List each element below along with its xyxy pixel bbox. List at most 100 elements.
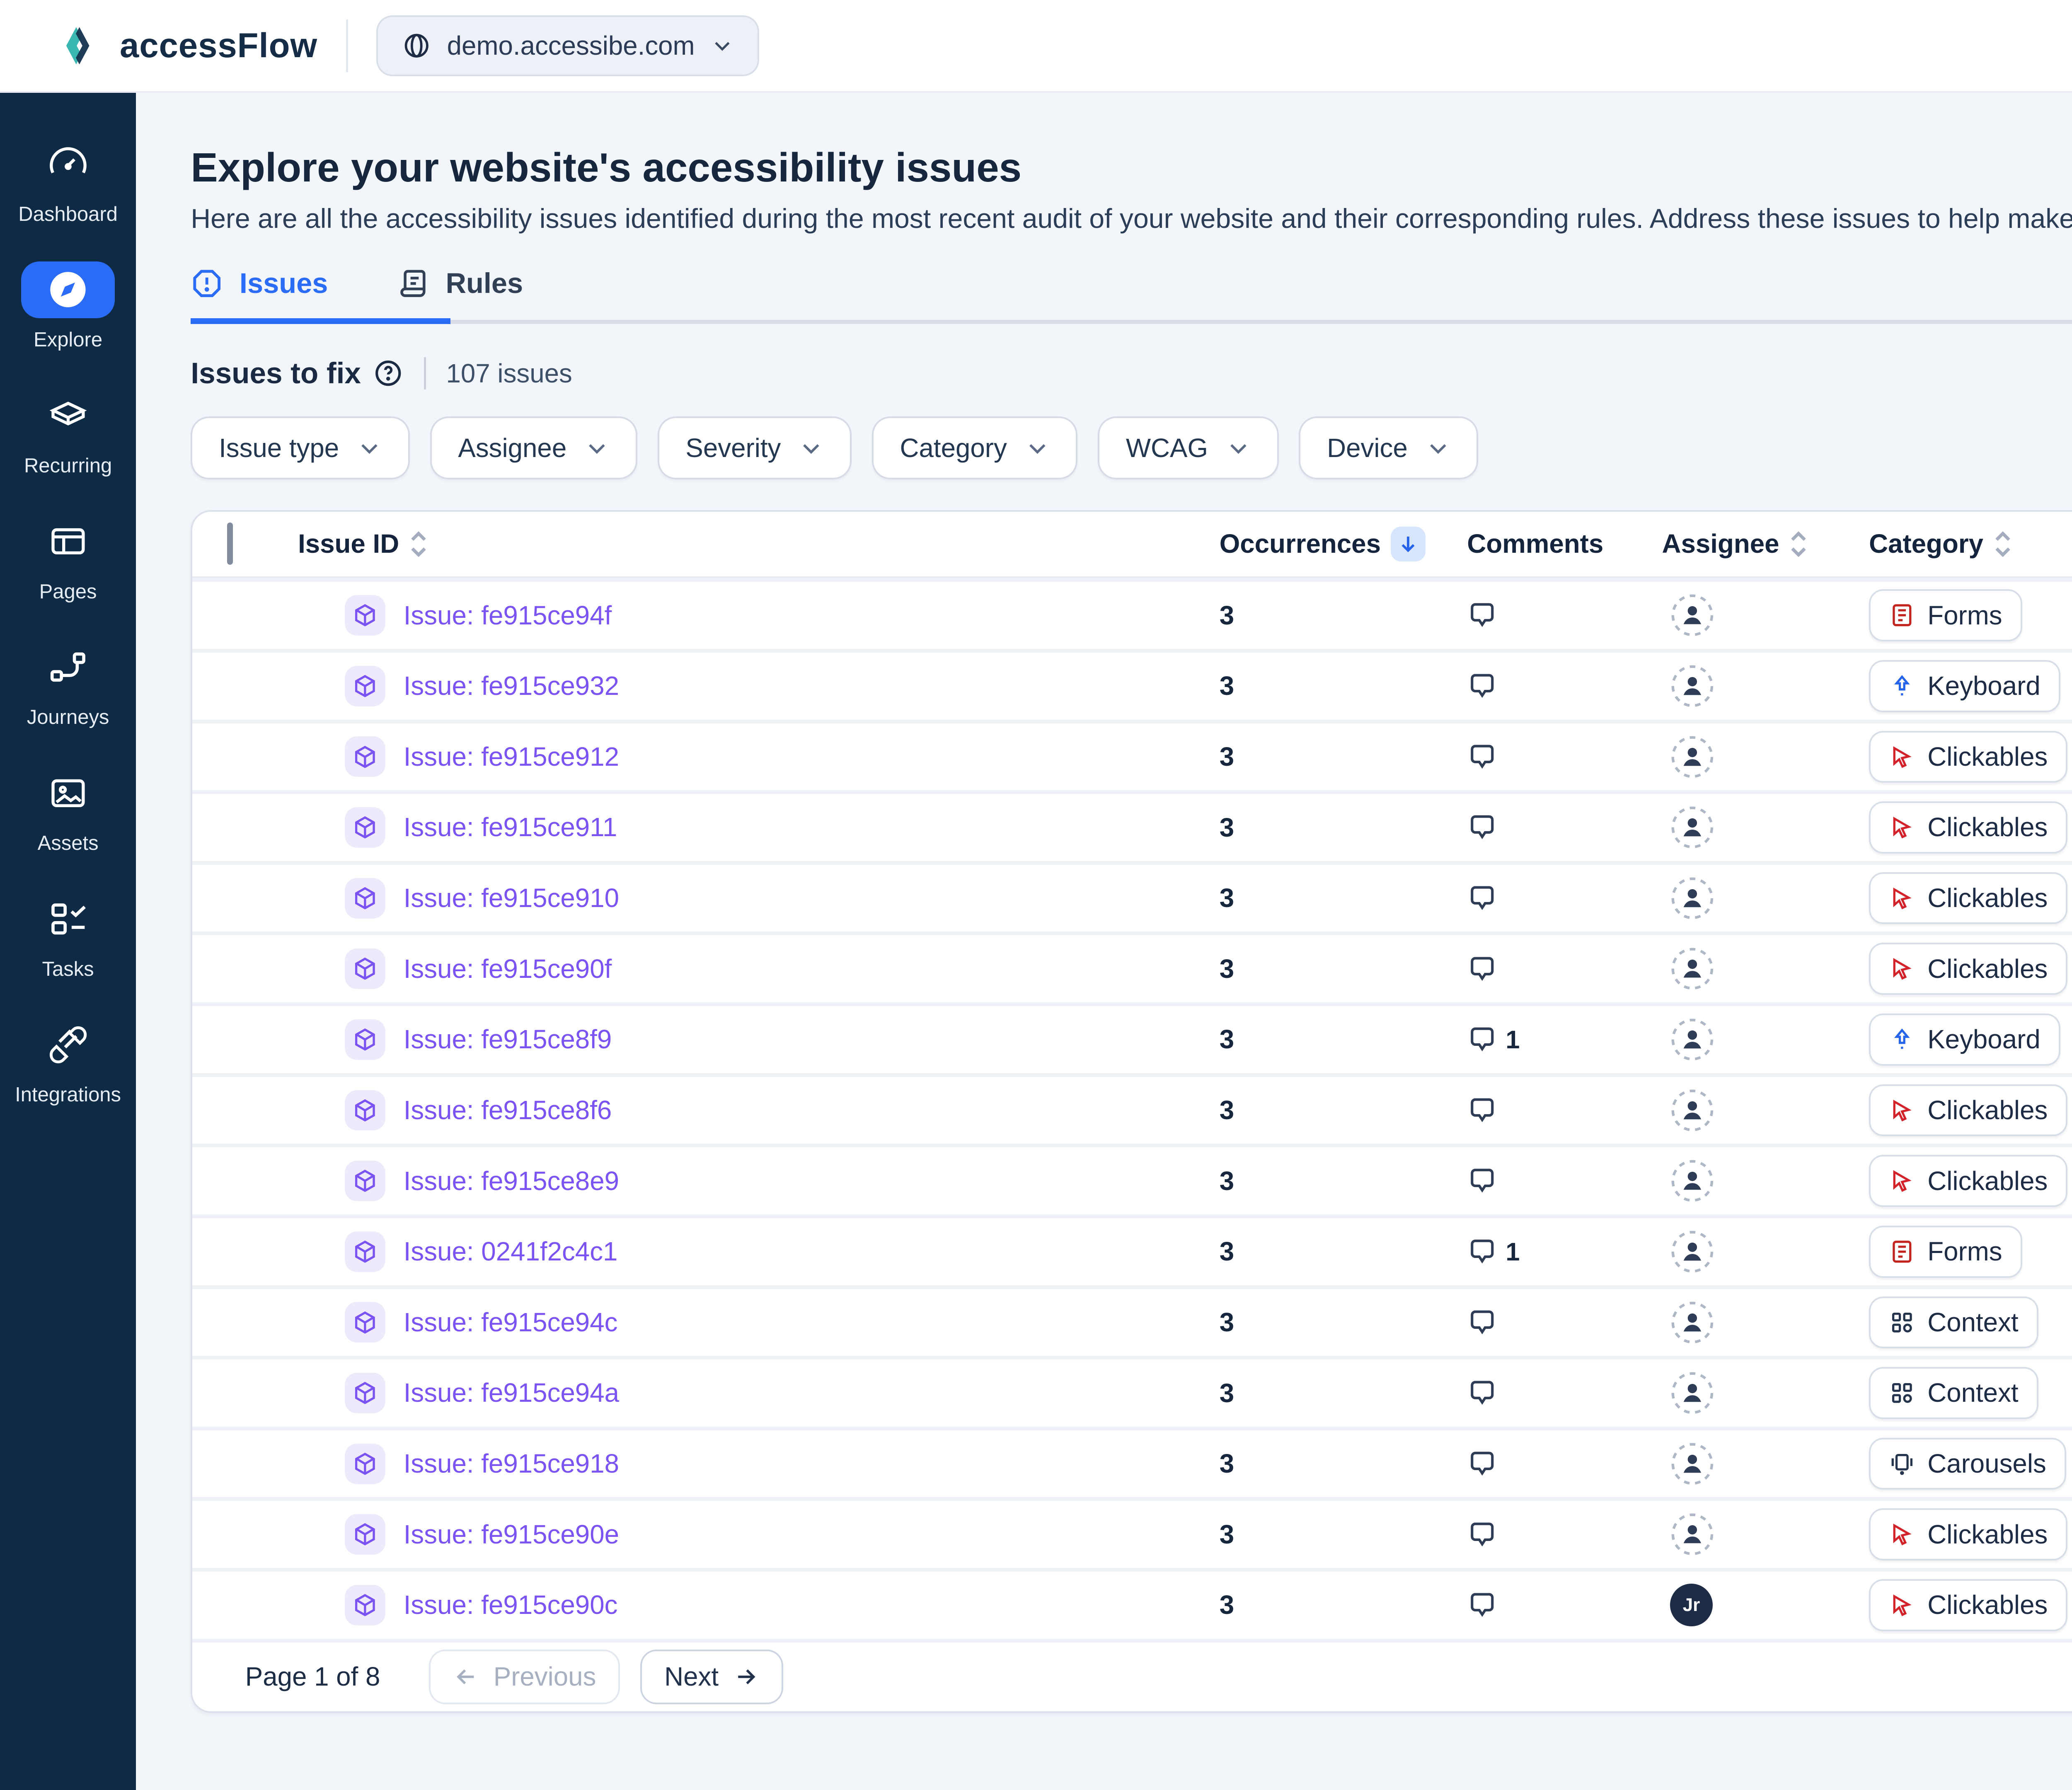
comments-button[interactable]: 1: [1455, 1024, 1650, 1055]
clickables-icon: [1889, 1521, 1915, 1548]
column-header-occurrences[interactable]: Occurrences: [1203, 527, 1455, 561]
sidebar-item-journeys[interactable]: Journeys: [0, 621, 136, 747]
sidebar-item-label: Pages: [39, 580, 97, 603]
comment-icon: [1467, 1378, 1497, 1408]
comment-icon: [1467, 1236, 1497, 1267]
filter-category[interactable]: Category: [872, 416, 1077, 479]
filter-severity[interactable]: Severity: [658, 416, 852, 479]
issue-link[interactable]: Issue: fe915ce94c: [404, 1307, 618, 1338]
issue-link[interactable]: Issue: fe915ce8f6: [404, 1095, 612, 1125]
assignee-placeholder-icon[interactable]: [1670, 735, 1715, 779]
sort-chevrons-icon: [1994, 530, 2012, 559]
assignee-placeholder-icon[interactable]: [1670, 1442, 1715, 1486]
sidebar-item-integrations[interactable]: Integrations: [0, 999, 136, 1125]
issue-link[interactable]: Issue: fe915ce94f: [404, 600, 612, 631]
comments-button[interactable]: [1455, 1590, 1650, 1620]
assignee-placeholder-icon[interactable]: [1670, 876, 1715, 921]
assignee-placeholder-icon[interactable]: [1670, 1017, 1715, 1062]
comments-button[interactable]: [1455, 812, 1650, 842]
info-icon[interactable]: [373, 358, 403, 388]
assignee-placeholder-icon[interactable]: [1670, 805, 1715, 850]
comments-button[interactable]: [1455, 1449, 1650, 1479]
comments-button[interactable]: [1455, 1095, 1650, 1125]
issue-link[interactable]: Issue: fe915ce911: [404, 812, 617, 842]
brand-logo[interactable]: accessFlow: [61, 24, 317, 67]
issue-link[interactable]: Issue: fe915ce8e9: [404, 1166, 619, 1196]
comments-button[interactable]: [1455, 1166, 1650, 1196]
issue-package-icon: [345, 1302, 385, 1342]
comments-button[interactable]: [1455, 1519, 1650, 1550]
column-header-category[interactable]: Category: [1857, 529, 2072, 559]
table-row: Issue: fe915ce8f931KeyboardExtremeLevel …: [192, 1002, 2072, 1073]
assignee-placeholder-icon[interactable]: [1670, 1229, 1715, 1274]
assignee-placeholder-icon[interactable]: [1670, 1159, 1715, 1203]
filter-issue-type[interactable]: Issue type: [191, 416, 409, 479]
issue-link[interactable]: Issue: fe915ce94a: [404, 1378, 619, 1408]
issue-link[interactable]: Issue: 0241f2c4c1: [404, 1236, 618, 1267]
table-row: Issue: fe915ce8f63ClickablesExtremeLevel…: [192, 1073, 2072, 1144]
issue-link[interactable]: Issue: fe915ce910: [404, 883, 619, 913]
tasks-icon: [46, 897, 90, 941]
filter-wcag[interactable]: WCAG: [1098, 416, 1278, 479]
category-badge: Carousels: [1869, 1438, 2066, 1490]
column-header-assignee[interactable]: Assignee: [1650, 529, 1857, 559]
sidebar-item-dashboard[interactable]: Dashboard: [0, 118, 136, 244]
issue-link[interactable]: Issue: fe915ce90f: [404, 954, 612, 984]
forms-icon: [1889, 1238, 1915, 1265]
gauge-icon: [47, 143, 90, 185]
comments-button[interactable]: 1: [1455, 1236, 1650, 1267]
next-page-button[interactable]: Next: [640, 1650, 783, 1704]
clickables-icon: [1889, 1097, 1915, 1124]
occurrences-value: 3: [1203, 671, 1455, 701]
column-header-issue-id[interactable]: Issue ID: [286, 529, 1203, 559]
assignee-placeholder-icon[interactable]: [1670, 1088, 1715, 1133]
occurrences-value: 3: [1203, 1236, 1455, 1267]
category-badge: Clickables: [1869, 1579, 2067, 1631]
assignee-placeholder-icon[interactable]: [1670, 1300, 1715, 1345]
table-row: Issue: fe915ce8e93ClickablesExtremeLevel…: [192, 1144, 2072, 1214]
sidebar-item-recurring[interactable]: Recurring: [0, 369, 136, 495]
comment-icon: [1467, 1166, 1497, 1196]
table-row: Issue: fe915ce9123ClickablesExtremeLevel…: [192, 720, 2072, 791]
select-all-checkbox[interactable]: [227, 522, 233, 565]
issue-package-icon: [345, 1514, 385, 1555]
tab-issues[interactable]: Issues: [191, 267, 328, 324]
comment-icon: [1467, 1590, 1497, 1620]
table-row: Issue: fe915ce94a3ContextHighLevel ASale…: [192, 1356, 2072, 1427]
issue-link[interactable]: Issue: fe915ce912: [404, 742, 619, 772]
chevron-down-icon: [711, 34, 733, 57]
issue-link[interactable]: Issue: fe915ce90c: [404, 1590, 618, 1620]
assignee-avatar[interactable]: Jr: [1670, 1584, 1713, 1626]
comments-button[interactable]: [1455, 1307, 1650, 1338]
comments-button[interactable]: [1455, 600, 1650, 630]
comments-button[interactable]: [1455, 954, 1650, 984]
filter-device[interactable]: Device: [1299, 416, 1478, 479]
comments-button[interactable]: [1455, 671, 1650, 701]
category-badge: Keyboard: [1869, 660, 2060, 712]
sidebar-item-pages[interactable]: Pages: [0, 495, 136, 621]
sidebar-item-assets[interactable]: Assets: [0, 747, 136, 873]
domain-selector[interactable]: demo.accessibe.com: [376, 15, 759, 76]
assignee-placeholder-icon[interactable]: [1670, 664, 1715, 709]
previous-page-button[interactable]: Previous: [429, 1650, 620, 1704]
issue-link[interactable]: Issue: fe915ce90e: [404, 1519, 619, 1550]
clickables-icon: [1889, 885, 1915, 912]
clickables-icon: [1889, 744, 1915, 770]
sidebar-item-tasks[interactable]: Tasks: [0, 873, 136, 999]
assignee-placeholder-icon[interactable]: [1670, 946, 1715, 991]
tab-rules[interactable]: Rules: [397, 267, 523, 324]
filter-assignee[interactable]: Assignee: [430, 416, 637, 479]
page-title: Explore your website's accessibility iss…: [191, 144, 2072, 191]
comments-button[interactable]: [1455, 1378, 1650, 1408]
assignee-placeholder-icon[interactable]: [1670, 1512, 1715, 1557]
sidebar-item-label: Assets: [38, 832, 99, 855]
assignee-placeholder-icon[interactable]: [1670, 1371, 1715, 1415]
issue-link[interactable]: Issue: fe915ce918: [404, 1449, 619, 1479]
comments-button[interactable]: [1455, 883, 1650, 913]
issue-link[interactable]: Issue: fe915ce8f9: [404, 1024, 612, 1055]
sidebar-item-explore[interactable]: Explore: [0, 244, 136, 370]
comments-button[interactable]: [1455, 742, 1650, 772]
assignee-placeholder-icon[interactable]: [1670, 593, 1715, 638]
sidebar-item-label: Explore: [34, 328, 102, 351]
issue-link[interactable]: Issue: fe915ce932: [404, 671, 619, 701]
